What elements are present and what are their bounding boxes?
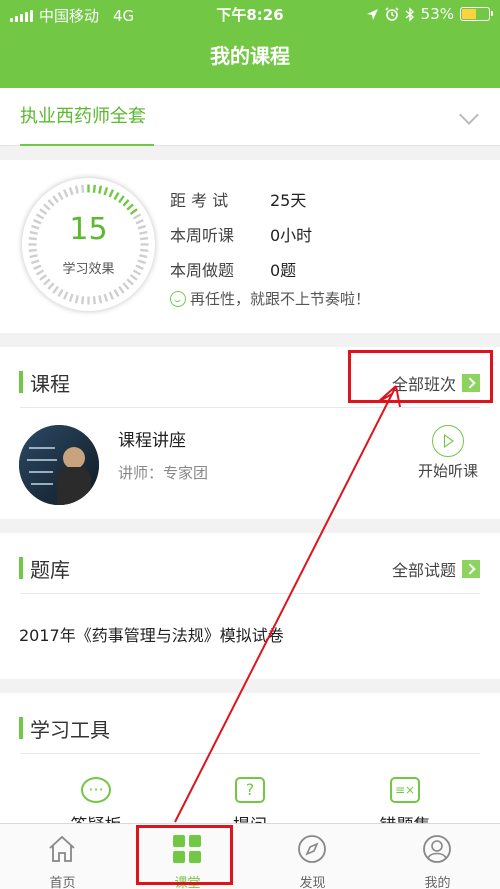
chat-bubble-icon[interactable]: ··· (81, 777, 111, 803)
profile-icon[interactable] (422, 834, 452, 864)
tab-classroom[interactable]: 课堂 (125, 824, 250, 889)
chevron-right-icon[interactable] (462, 560, 480, 578)
study-tools-card: 学习工具 ··· 答疑板 ? 提问 ≡× 错题集 (0, 693, 500, 836)
course-name[interactable]: 课程讲座 (118, 426, 186, 451)
study-effect-caption: 学习效果 (62, 262, 115, 277)
course-thumbnail[interactable] (19, 425, 99, 505)
play-icon[interactable] (432, 425, 464, 457)
location-icon (366, 8, 378, 20)
all-classes-link[interactable]: 全部班次 (392, 371, 480, 395)
tab-label[interactable]: 我的 (375, 872, 500, 889)
question-bank-header: 题库 全部试题 (0, 533, 500, 605)
study-effect-score: 15 (69, 212, 108, 247)
motto-text: 再任性，就跟不上节奏啦！ (190, 290, 371, 308)
study-tools-header: 学习工具 (0, 693, 500, 765)
course-selector-label[interactable]: 执业西药师全套 (20, 88, 154, 146)
battery-percent: 53% (420, 5, 454, 23)
tab-home[interactable]: 首页 (0, 824, 125, 889)
question-bank-card: 题库 全部试题 2017年《药事管理与法规》模拟试卷 (0, 533, 500, 679)
stat-value: 0小时 (270, 226, 313, 245)
divider (20, 753, 480, 754)
study-tools-title: 学习工具 (30, 718, 110, 742)
chevron-right-icon[interactable] (462, 374, 480, 392)
status-bar: 中国移动 4G 下午8:26 53% (0, 0, 500, 28)
stat-row-weekly-listening: 本周听课 0小时 (170, 222, 312, 246)
battery-icon (460, 7, 493, 21)
alarm-icon (385, 7, 399, 21)
tab-label[interactable]: 课堂 (125, 872, 250, 889)
section-accent-bar (19, 371, 23, 393)
courses-header: 课程 全部班次 (0, 347, 500, 419)
compass-icon[interactable] (297, 834, 327, 864)
stat-value: 25天 (270, 191, 307, 210)
error-book-icon[interactable]: ≡× (390, 777, 420, 803)
page-title: 我的课程 (210, 44, 290, 68)
motto: 再任性，就跟不上节奏啦！ (170, 288, 370, 309)
stat-key: 本周听课 (170, 226, 235, 245)
stat-key: 本周做题 (170, 261, 235, 280)
home-icon[interactable] (47, 834, 77, 864)
question-bank-title: 题库 (30, 558, 70, 582)
divider (20, 593, 480, 594)
stat-key: 距 考 试 (170, 191, 229, 210)
courses-card: 课程 全部班次 课程讲座 讲师：专家团 (0, 347, 500, 519)
tab-profile[interactable]: 我的 (375, 824, 500, 889)
nav-bar: 我的课程 (0, 28, 500, 88)
section-accent-bar (19, 557, 23, 579)
tab-label[interactable]: 首页 (0, 872, 125, 889)
chevron-down-icon[interactable] (459, 105, 479, 125)
study-effect-dial: 15 学习效果 (22, 178, 155, 311)
stat-row-weekly-questions: 本周做题 0题 (170, 257, 296, 281)
grid-icon[interactable] (172, 834, 202, 864)
tab-discover[interactable]: 发现 (250, 824, 375, 889)
question-icon[interactable]: ? (235, 777, 265, 803)
exam-list-item[interactable]: 2017年《药事管理与法规》模拟试卷 (19, 622, 284, 646)
stat-value: 0题 (270, 261, 297, 280)
study-stats-card: 15 学习效果 距 考 试 25天 本周听课 0小时 本周做题 0题 再任性，就跟不上… (0, 160, 500, 333)
start-listening-button[interactable]: 开始听课 (418, 460, 478, 481)
tab-label[interactable]: 发现 (250, 872, 375, 889)
stat-row-exam-countdown: 距 考 试 25天 (170, 187, 306, 211)
section-accent-bar (19, 717, 23, 739)
bottom-tab-bar: 首页 课堂 发现 我的 (0, 823, 500, 889)
courses-title: 课程 (30, 372, 70, 396)
smile-icon (170, 290, 186, 307)
all-questions-label[interactable]: 全部试题 (392, 557, 456, 581)
bluetooth-icon (405, 6, 414, 22)
all-questions-link[interactable]: 全部试题 (392, 557, 480, 581)
course-teacher: 讲师：专家团 (118, 464, 209, 482)
all-classes-label[interactable]: 全部班次 (392, 371, 456, 395)
course-selector[interactable]: 执业西药师全套 (0, 88, 500, 146)
divider (20, 407, 480, 408)
